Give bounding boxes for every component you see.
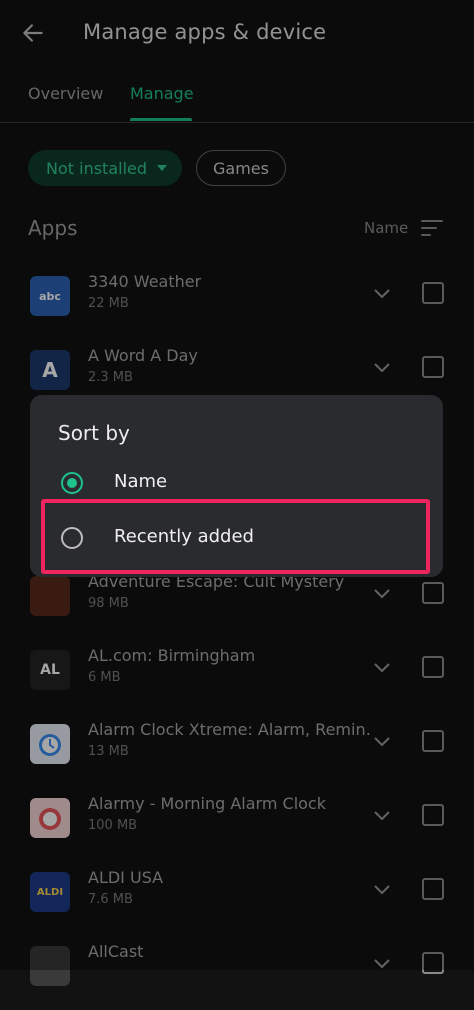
radio-selected-icon[interactable] xyxy=(61,472,83,494)
highlight-box xyxy=(41,499,430,574)
sort-option-label: Name xyxy=(114,471,168,492)
dialog-title: Sort by xyxy=(58,421,130,445)
